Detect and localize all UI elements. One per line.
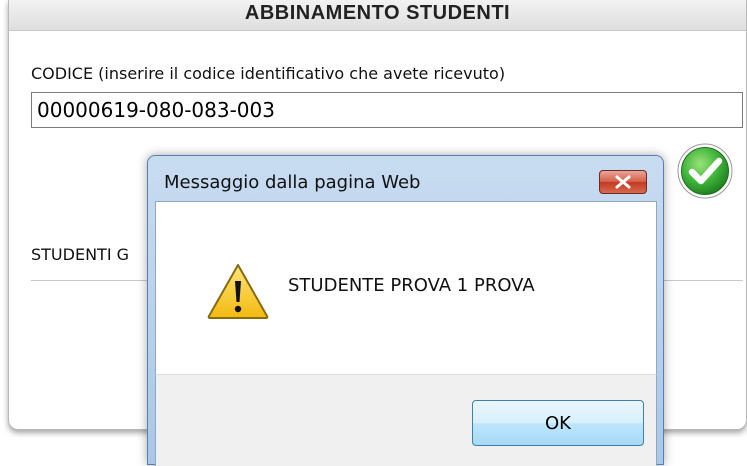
dialog-message: STUDENTE PROVA 1 PROVA [288,275,535,296]
panel-header: ABBINAMENTO STUDENTI [9,0,746,31]
code-input[interactable] [31,92,743,128]
dialog-body: STUDENTE PROVA 1 PROVA [155,201,657,381]
close-icon [615,175,631,189]
page-title: ABBINAMENTO STUDENTI [244,2,511,24]
code-label: CODICE (inserire il codice identificativ… [31,64,506,83]
message-dialog: Messaggio dalla pagina Web STUDENTE PROV… [147,155,664,466]
dialog-footer: OK [155,374,657,466]
close-button[interactable] [599,170,647,194]
check-circle-icon [677,143,733,199]
dialog-title: Messaggio dalla pagina Web [164,172,421,193]
students-label: STUDENTI G [31,245,130,264]
ok-button[interactable]: OK [472,400,644,446]
warning-icon [207,264,269,319]
